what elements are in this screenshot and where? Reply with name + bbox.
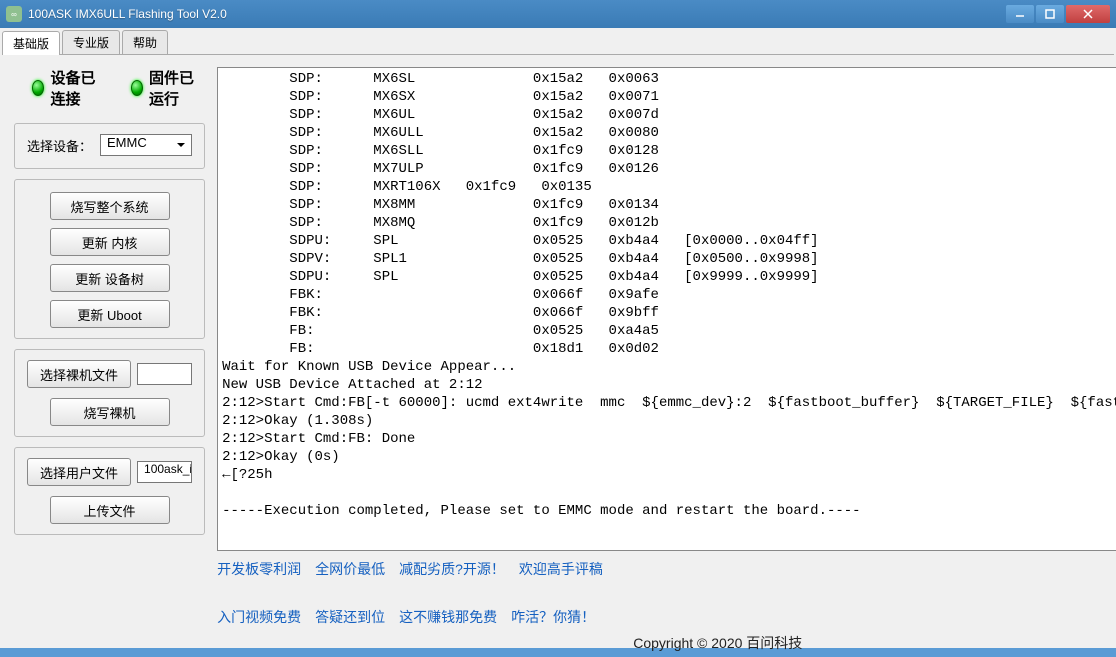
promo-links: 开发板零利润 全网价最低 减配劣质?开源！ 欢迎高手评稿 入门视频免费 答疑还到… [217,559,1116,627]
link-1[interactable]: 开发板零利润 [217,559,301,579]
bare-file-input[interactable] [137,363,192,385]
titlebar: ∞ 100ASK IMX6ULL Flashing Tool V2.0 [0,0,1116,28]
link-2[interactable]: 全网价最低 [315,559,385,579]
app-title: 100ASK IMX6ULL Flashing Tool V2.0 [28,7,1006,21]
copyright: Copyright © 2020 百问科技 [217,633,1116,653]
led-running-icon [131,80,143,96]
minimize-button[interactable] [1006,5,1034,23]
status-row: 设备已连接 固件已运行 [14,67,205,109]
link-6[interactable]: 答疑还到位 [315,607,385,627]
close-button[interactable] [1066,5,1110,23]
tab-basic[interactable]: 基础版 [2,31,60,55]
status-running-label: 固件已运行 [149,67,205,109]
update-kernel-button[interactable]: 更新 内核 [50,228,170,256]
device-label: 选择设备： [27,136,92,155]
upload-file-button[interactable]: 上传文件 [50,496,170,524]
user-file-button[interactable]: 选择用户文件 [27,458,131,486]
console-output: SDP: MX6SL 0x15a2 0x0063 SDP: MX6SX 0x15… [218,68,1116,550]
bare-file-button[interactable]: 选择裸机文件 [27,360,131,388]
link-8[interactable]: 咋活？你猜！ [511,607,595,627]
link-3[interactable]: 减配劣质?开源！ [399,559,505,579]
update-uboot-button[interactable]: 更新 Uboot [50,300,170,328]
maximize-button[interactable] [1036,5,1064,23]
link-5[interactable]: 入门视频免费 [217,607,301,627]
update-dtb-button[interactable]: 更新 设备树 [50,264,170,292]
device-select[interactable]: EMMC [100,134,192,156]
link-7[interactable]: 这不赚钱那免费 [399,607,497,627]
link-4[interactable]: 欢迎高手评稿 [519,559,603,579]
led-connected-icon [32,80,44,96]
flash-system-button[interactable]: 烧写整个系统 [50,192,170,220]
tab-bar: 基础版 专业版 帮助 [2,30,1114,55]
user-file-input[interactable]: 100ask_imx6ull-14x [137,461,192,483]
tab-help[interactable]: 帮助 [122,30,168,54]
status-connected-label: 设备已连接 [50,67,106,109]
app-icon: ∞ [6,6,22,22]
tab-pro[interactable]: 专业版 [62,30,120,54]
flash-bare-button[interactable]: 烧写裸机 [50,398,170,426]
